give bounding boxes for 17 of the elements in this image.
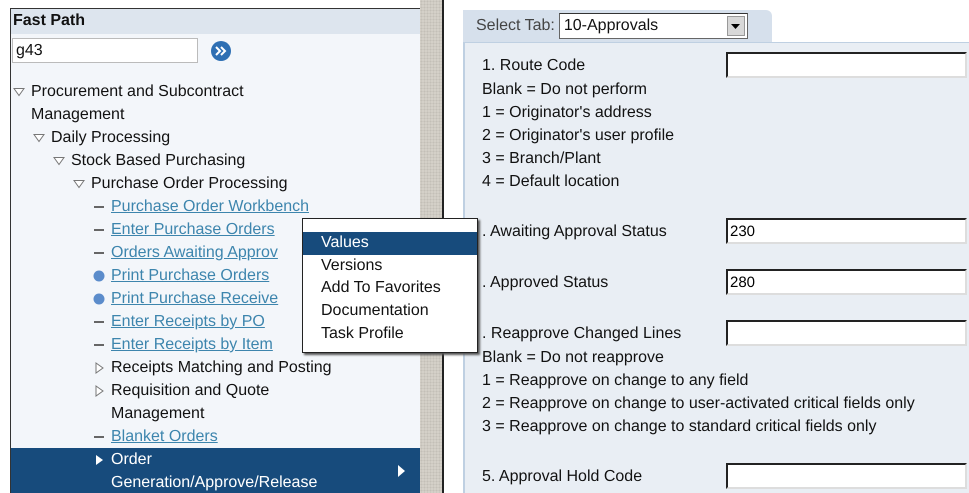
- hint-text: 4 = Default location: [482, 172, 620, 192]
- panel-title: Fast Path: [11, 9, 420, 34]
- hint-text: 3 = Branch/Plant: [482, 149, 602, 169]
- tree-item-label: Order Generation/Approve/Release: [111, 450, 318, 493]
- hint-text: 3 = Reapprove on change to standard critical fields only: [482, 417, 878, 437]
- hint-text: 2 = Reapprove on change to user-activated critical fields only: [482, 394, 916, 414]
- hint-text: 1 = Reapprove on change to any field: [482, 371, 750, 391]
- field-label: 5. Approval Hold Code: [482, 466, 644, 486]
- hint-text: 2 = Originator's user profile: [482, 126, 676, 146]
- hint-text: Blank = Do not perform: [482, 80, 648, 100]
- field-label: . Reapprove Changed Lines: [482, 324, 682, 344]
- field-label: . Awaiting Approval Status: [482, 222, 668, 242]
- hint-text: Blank = Do not reapprove: [482, 348, 665, 368]
- tab-label: Select Tab:: [476, 17, 555, 35]
- field-label: . Approved Status: [482, 272, 610, 292]
- hint-text: 1 = Originator's address: [482, 103, 653, 123]
- field-label: 1. Route Code: [482, 56, 586, 76]
